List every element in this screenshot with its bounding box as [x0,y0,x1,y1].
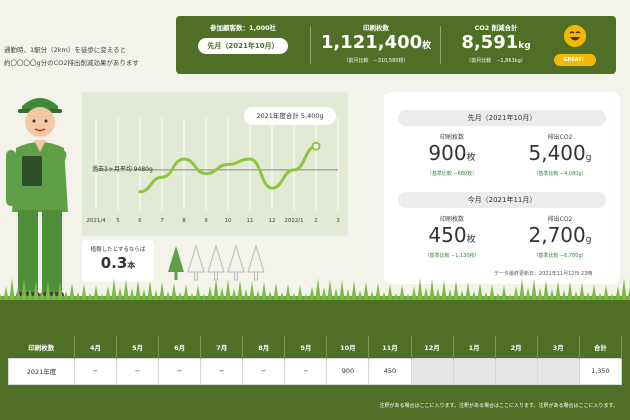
x-tick-label: 3 [336,218,340,224]
curr-prints-stat: 印刷枚数 450枚 （基準比較 −1,130枚） [424,216,480,259]
three-month-avg-label: 過去3ヶ月平均 9480g [92,166,153,173]
banner-co2-compare: （前月比較 −1,863kg） [466,58,526,64]
table-header-month: 合計 [579,336,623,358]
table-cell: − [284,357,328,385]
smiley-icon [564,25,586,47]
table-header-month: 8月 [242,336,286,358]
monthly-prints-table: 印刷枚数 4月 5月 6月 7月 8月 9月 10月 11月 12月 1月 2月 3月 合計 2021年度… [8,336,623,385]
summary-banner: 参加顧客数：1,000社 先月（2021年10月） 印刷枚数 1,121,400… [176,16,616,74]
table-header-month: 6月 [158,336,202,358]
x-tick-label: 2022/1 [284,218,304,224]
staff-illustration [6,98,68,302]
table-cell: − [73,357,118,385]
banner-prints-label: 印刷枚数 [363,24,389,32]
banner-prints-compare: （前月比較 −310,580枚） [343,58,409,64]
table-header-month: 12月 [411,336,454,358]
commute-note: 通勤時、1駅分（2km）を徒歩に変えると 約〇〇〇〇g分のCO2排出削減効果があ… [4,44,139,70]
x-tick-label: 11 [246,218,254,224]
monthly-stats-panel: 先月（2021年10月） 印刷枚数 900枚 （基準比較 −680枚） 排出CO… [384,92,620,284]
x-tick-label: 8 [182,218,186,224]
table-header-metric: 印刷枚数 [8,336,75,358]
table-header-month: 7月 [200,336,244,358]
prev-month-pill[interactable]: 先月（2021年10月） [198,38,288,54]
x-tick-label: 9 [204,218,208,224]
commute-note-line1: 通勤時、1駅分（2km）を徒歩に変えると [4,46,127,54]
table-cell: − [200,357,244,385]
table-cell [536,357,580,385]
table-header-month: 1月 [453,336,496,358]
tree-icon-outline [187,244,205,281]
tree-question: 植樹したとするならば [90,247,146,253]
table-header-month: 5月 [116,336,160,358]
table-cell: 450 [368,357,412,385]
table-header-month: 10月 [326,336,370,358]
x-tick-label: 12 [268,218,276,224]
tree-icon-filled [168,246,184,280]
banner-co2-value: 8,591kg [461,32,531,53]
table-header-month: 11月 [368,336,412,358]
table-cell [494,357,538,385]
table-cell: 900 [326,357,370,385]
table-header-month: 3月 [537,336,580,358]
table-header-month: 4月 [74,336,118,358]
table-header-month: 2月 [495,336,538,358]
prev-month-header: 先月（2021年10月） [398,110,606,126]
x-tick-label: 2021/4 [86,218,106,224]
customers-count-label: 参加顧客数：1,000社 [209,24,277,32]
table-cell: − [116,357,160,385]
commute-note-line2: 約〇〇〇〇g分のCO2排出削減効果があります [4,59,139,67]
prev-co2-stat: 排出CO2 5,400g （基準比較 −4,080g） [528,134,592,177]
curr-co2-stat: 排出CO2 2,700g （基準比較 −6,780g） [528,216,592,259]
table-cell: − [242,357,286,385]
banner-co2-label: CO2 削減合計 [474,24,518,32]
tree-icon-outline [207,244,225,281]
x-tick-label: 7 [160,218,164,224]
x-tick-label: 5 [116,218,120,224]
table-cell: − [158,357,202,385]
table-cell [410,357,454,385]
great-badge[interactable]: GREAT！ [554,54,596,66]
tree-icon-outline [247,244,265,281]
curr-month-header: 今月（2021年11月） [398,192,606,208]
table-row-label: 2021年度 [8,357,75,385]
table-header-month: 9月 [284,336,328,358]
annual-total-bubble: 2021年度合計 5,400g [244,107,336,125]
banner-prints-value: 1,121,400枚 [320,32,432,53]
tree-icon-outline [227,244,245,281]
x-tick-label: 10 [224,218,232,224]
latest-point [311,141,321,151]
prev-prints-stat: 印刷枚数 900枚 （基準比較 −680枚） [426,134,478,177]
table-row: 2021年度 − − − − − −900 450 1,350 [8,357,623,385]
tree-value: 0.3本 [100,254,136,272]
x-tick-label: 2 [314,218,318,224]
x-tick-label: 6 [138,218,142,224]
table-cell: 1,350 [578,357,623,385]
footnote: 注釈がある場合はここに入ります。注釈がある場合はここに入ります。注釈がある場合は… [379,403,618,409]
table-cell [452,357,496,385]
monthly-table-section: 印刷枚数 4月 5月 6月 7月 8月 9月 10月 11月 12月 1月 2月 3月 合計 2021年度… [0,300,630,420]
